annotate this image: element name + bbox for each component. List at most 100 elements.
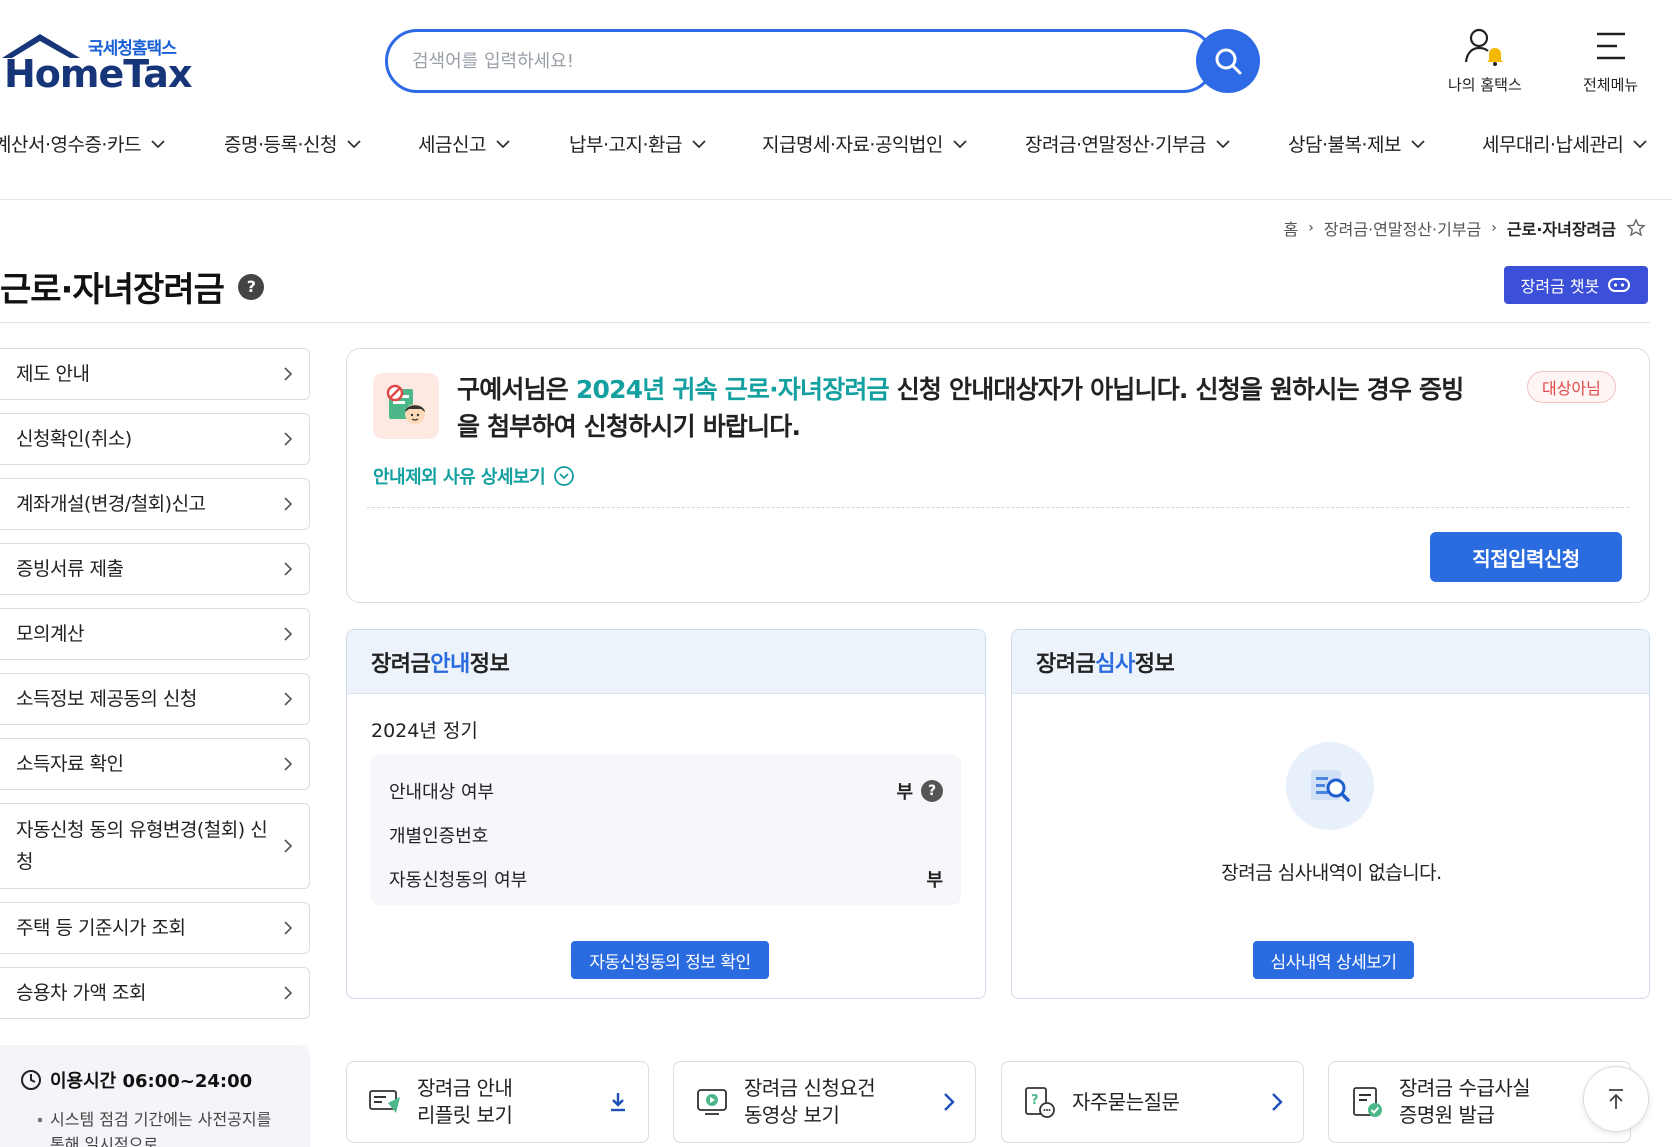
gnb-item-tax-report[interactable]: 세금신고	[418, 130, 510, 157]
side-menu-item[interactable]: 증빙서류 제출	[0, 543, 310, 595]
chevron-right-icon	[284, 562, 293, 576]
download-icon	[611, 1093, 625, 1112]
my-hometax-label: 나의 홈택스	[1448, 76, 1522, 94]
gnb-item-invoice[interactable]: 계산서·영수증·카드	[0, 130, 165, 157]
clock-icon	[21, 1070, 41, 1090]
side-menu-item[interactable]: 제도 안내	[0, 348, 310, 400]
info-row: 개별인증번호	[389, 813, 943, 857]
gnb-item-certificate[interactable]: 증명·등록·신청	[224, 130, 361, 157]
service-hours-title: 이용시간 06:00~24:00	[20, 1067, 290, 1093]
star-bookmark-icon[interactable]	[1626, 218, 1646, 238]
chevron-down-icon	[953, 139, 967, 148]
gnb-item-consult[interactable]: 상담·불복·제보	[1288, 130, 1425, 157]
info-value-text: 부	[896, 782, 913, 803]
chevron-right-icon	[284, 367, 293, 381]
side-menu-label: 계좌개설(변경/철회)신고	[16, 493, 206, 515]
video-icon	[694, 1084, 730, 1120]
quick-link-line: 증명원 발급	[1399, 1103, 1495, 1127]
page-title: 근로·자녀장려금 ?	[0, 262, 264, 311]
chevron-right-icon	[284, 692, 293, 706]
chevron-right-icon	[284, 432, 293, 446]
gnb-label: 납부·고지·환급	[569, 134, 682, 156]
period-label: 2024년 정기	[371, 720, 478, 742]
breadcrumb-parent[interactable]: 장려금·연말정산·기부금	[1324, 216, 1481, 240]
scroll-to-top-button[interactable]	[1583, 1066, 1649, 1132]
gnb-item-incentive[interactable]: 장려금·연말정산·기부금	[1025, 130, 1230, 157]
leaflet-download-link[interactable]: 장려금 안내 리플릿 보기	[346, 1061, 649, 1143]
side-menu-label: 제도 안내	[16, 363, 90, 385]
eligibility-notice-card: 구예서님은 2024년 귀속 근로·자녀장려금 신청 안내대상자가 아닙니다. …	[346, 348, 1650, 603]
direct-apply-button[interactable]: 직접입력신청	[1430, 532, 1622, 582]
gnb-label: 세무대리·납세관리	[1482, 134, 1624, 156]
gnb-label: 지급명세·자료·공익법인	[762, 134, 943, 156]
requirements-video-link[interactable]: 장려금 신청요건 동영상 보기	[673, 1061, 976, 1143]
side-menu-item[interactable]: 모의계산	[0, 608, 310, 660]
side-menu-label: 자동신청 동의 유형변경(철회) 신청	[16, 819, 268, 873]
side-menu-item[interactable]: 소득정보 제공동의 신청	[0, 673, 310, 725]
hometax-logo[interactable]: 국세청홈택스 HomeTax	[0, 30, 192, 100]
svg-text:?: ?	[1031, 1093, 1039, 1108]
my-hometax-button[interactable]: 나의 홈택스	[1448, 26, 1522, 95]
chevron-down-circle-icon	[554, 466, 575, 486]
chevron-right-icon	[944, 1093, 955, 1111]
chevron-right-icon	[284, 921, 293, 935]
info-label: 자동신청동의 여부	[389, 870, 528, 891]
chevron-down-icon	[496, 139, 510, 148]
review-detail-button[interactable]: 심사내역 상세보기	[1253, 941, 1414, 979]
panel-title-highlight: 안내	[430, 651, 470, 677]
quick-link-line: 리플릿 보기	[417, 1103, 513, 1127]
chevron-down-icon	[1216, 139, 1230, 148]
side-menu-label: 소득정보 제공동의 신청	[16, 688, 197, 710]
info-row: 자동신청동의 여부 부	[389, 857, 943, 901]
chevron-down-icon	[1411, 139, 1425, 148]
info-label: 개별인증번호	[389, 826, 489, 847]
hamburger-menu-icon	[1596, 32, 1625, 60]
side-menu-item[interactable]: 주택 등 기준시가 조회	[0, 902, 310, 954]
panel-title-highlight: 심사	[1095, 651, 1135, 677]
search-input[interactable]	[412, 46, 1132, 76]
panel-title-part: 장려금	[371, 651, 431, 677]
service-hours-desc: 시스템 점검 기간에는 사전공지를 통해 일시적으로	[20, 1107, 290, 1147]
search-button[interactable]	[1196, 29, 1260, 93]
gnb-label: 장려금·연말정산·기부금	[1025, 134, 1206, 156]
chevron-right-icon	[284, 627, 293, 641]
gnb-item-statement[interactable]: 지급명세·자료·공익법인	[762, 130, 967, 157]
quick-link-label: 장려금 신청요건 동영상 보기	[744, 1075, 876, 1129]
gnb-label: 세금신고	[418, 134, 486, 156]
faq-link[interactable]: ? 자주묻는질문	[1001, 1061, 1304, 1143]
breadcrumb-home[interactable]: 홈	[1284, 216, 1299, 240]
exclusion-reason-link[interactable]: 안내제외 사유 상세보기	[373, 463, 575, 489]
side-menu-item[interactable]: 계좌개설(변경/철회)신고	[0, 478, 310, 530]
guide-info-panel: 장려금 안내 정보 2024년 정기 안내대상 여부 부? 개별인증번호 자동신…	[346, 629, 986, 999]
service-hours-text: 이용시간 06:00~24:00	[50, 1071, 253, 1092]
dashed-divider	[367, 507, 1629, 508]
review-info-panel: 장려금 심사 정보 장려금 심사내역이 없습니다. 심사내역 상세보기	[1011, 629, 1650, 999]
leaflet-icon	[367, 1084, 403, 1120]
help-icon[interactable]: ?	[237, 273, 264, 300]
search-box	[385, 29, 1215, 93]
side-menu-label: 주택 등 기준시가 조회	[16, 917, 186, 939]
breadcrumb-current: 근로·자녀장려금	[1506, 220, 1616, 239]
quick-link-line: 장려금 수급사실	[1399, 1076, 1531, 1100]
side-menu-label: 증빙서류 제출	[16, 558, 124, 580]
side-menu-item[interactable]: 소득자료 확인	[0, 738, 310, 790]
faq-icon: ?	[1022, 1084, 1058, 1120]
side-menu-item[interactable]: 신청확인(취소)	[0, 413, 310, 465]
chevron-right-icon	[284, 986, 293, 1000]
side-menu-item[interactable]: 자동신청 동의 유형변경(철회) 신청	[0, 803, 310, 889]
empty-review-message: 장려금 심사내역이 없습니다.	[1221, 862, 1442, 884]
all-menu-button[interactable]: 전체메뉴	[1583, 26, 1638, 95]
chevron-right-icon	[284, 757, 293, 771]
quick-link-line: 동영상 보기	[744, 1103, 840, 1127]
quick-link-label: 장려금 안내 리플릿 보기	[417, 1075, 513, 1129]
page-title-text: 근로·자녀장려금	[0, 270, 225, 310]
guide-panel-title: 장려금 안내 정보	[347, 630, 985, 694]
gnb-item-payment[interactable]: 납부·고지·환급	[569, 130, 706, 157]
chevron-down-icon	[692, 139, 706, 148]
help-icon[interactable]: ?	[921, 780, 943, 802]
incentive-chatbot-button[interactable]: 장려금 챗봇	[1504, 266, 1648, 304]
auto-apply-info-button[interactable]: 자동신청동의 정보 확인	[571, 941, 769, 979]
gnb-item-agent[interactable]: 세무대리·납세관리	[1482, 130, 1648, 157]
chevron-down-icon	[151, 139, 165, 148]
side-menu-item[interactable]: 승용차 가액 조회	[0, 967, 310, 1019]
